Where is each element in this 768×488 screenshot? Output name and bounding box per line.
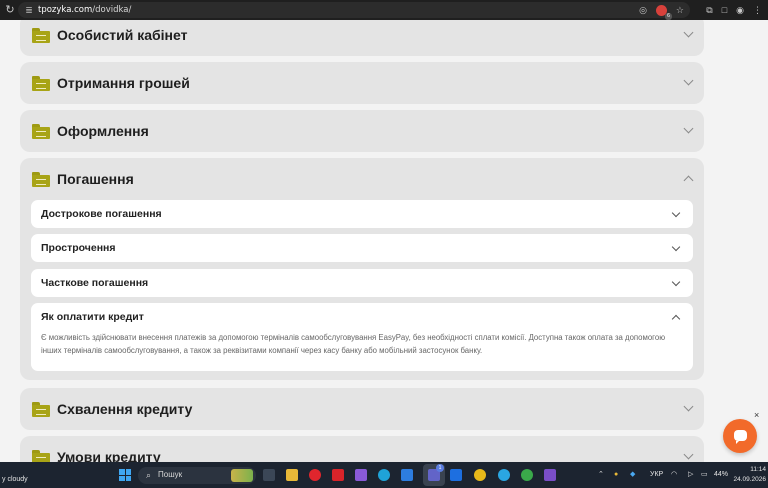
folder-icon <box>32 402 50 417</box>
section-title: Схвалення кредиту <box>57 401 193 417</box>
address-bar[interactable]: ≣ tpozyka.com/dovidka/ ◎ 6 ☆ <box>18 2 690 20</box>
section-title: Умови кредиту <box>57 449 161 462</box>
clock-time: 11:14 <box>750 466 766 473</box>
folder-icon <box>32 28 50 43</box>
utorrent-icon[interactable] <box>521 469 533 481</box>
site-settings-icon[interactable]: ≣ <box>22 5 36 16</box>
faq-item-partial-repayment[interactable]: Часткове погашення <box>31 269 693 297</box>
section-title: Особистий кабінет <box>57 27 188 43</box>
wifi-icon[interactable]: ◠ <box>671 462 677 488</box>
url-text: tpozyka.com/dovidka/ <box>38 5 131 15</box>
tray-app2-icon[interactable]: ◆ <box>630 462 635 488</box>
copilot-icon[interactable] <box>355 469 367 481</box>
section-title: Погашення <box>57 171 134 187</box>
telegram-icon[interactable] <box>498 469 510 481</box>
extension-badge: 6 <box>665 12 672 20</box>
file-explorer-icon[interactable] <box>286 469 298 481</box>
battery-icon[interactable]: ▭ <box>701 462 708 488</box>
section-title: Оформлення <box>57 123 149 139</box>
dropbox-icon[interactable] <box>450 469 462 481</box>
folder-icon <box>32 76 50 91</box>
chevron-down-icon[interactable] <box>671 208 681 218</box>
chevron-up-icon[interactable] <box>683 175 694 186</box>
app-l-icon[interactable] <box>332 469 344 481</box>
chevron-down-icon[interactable] <box>683 449 694 460</box>
language-indicator[interactable]: УКР <box>650 462 663 488</box>
taskbar: y cloudy ⌕ Пошук 1 ⌃ ● ◆ УКР ◠ ▷ ▭ 44% 1… <box>0 462 768 488</box>
browser-toolbar: ↻ ≣ tpozyka.com/dovidka/ ◎ 6 ☆ ⧉ □ ◉ ⋮ <box>0 0 768 20</box>
tray-app-icon[interactable]: ● <box>614 462 618 488</box>
reload-icon[interactable]: ↻ <box>3 3 17 17</box>
extension-icon[interactable]: 6 <box>655 4 672 20</box>
chevron-down-icon[interactable] <box>683 27 694 38</box>
search-highlight-icon <box>231 469 253 482</box>
faq-section-registration[interactable]: Оформлення <box>20 110 704 152</box>
battery-percent: 44% <box>714 471 729 478</box>
chevron-down-icon[interactable] <box>671 242 681 252</box>
item-title: Як оплатити кредит <box>41 311 144 323</box>
edge-icon[interactable] <box>378 469 390 481</box>
taskbar-search[interactable]: ⌕ Пошук <box>138 467 256 484</box>
item-title: Дострокове погашення <box>41 208 162 220</box>
viber-icon[interactable] <box>544 469 556 481</box>
speaker-icon[interactable]: ▷ <box>688 462 693 488</box>
chevron-down-icon[interactable] <box>683 123 694 134</box>
faq-item-early-repayment[interactable]: Дострокове погашення <box>31 200 693 228</box>
tray-chevron-icon[interactable]: ⌃ <box>598 462 604 488</box>
folder-icon <box>32 172 50 187</box>
section-header[interactable]: Погашення <box>20 158 704 200</box>
faq-section-approval[interactable]: Схвалення кредиту <box>20 388 704 430</box>
faq-item-how-to-pay[interactable]: Як оплатити кредит Є можливість здійснюв… <box>31 303 693 371</box>
menu-icon[interactable]: ⋮ <box>753 2 762 18</box>
clock-date: 24.09.2026 <box>733 476 766 483</box>
url-path: /dovidka/ <box>92 5 132 15</box>
extensions-icon[interactable]: ⧉ <box>706 2 712 18</box>
profile-icon[interactable]: ◉ <box>736 2 744 18</box>
windows-icon[interactable] <box>119 469 131 481</box>
faq-section-account[interactable]: Особистий кабінет <box>20 20 704 56</box>
chevron-down-icon[interactable] <box>671 277 681 287</box>
teams-badge: 1 <box>436 464 444 472</box>
faq-page: Особистий кабінет Отримання грошей Оформ… <box>0 20 768 462</box>
item-answer: Є можливість здійснювати внесення платеж… <box>41 333 666 355</box>
faq-item-overdue[interactable]: Прострочення <box>31 234 693 262</box>
url-host: tpozyka.com <box>38 5 93 15</box>
chevron-down-icon[interactable] <box>683 75 694 86</box>
chat-icon <box>734 430 747 444</box>
faq-section-conditions[interactable]: Умови кредиту <box>20 436 704 462</box>
faq-section-repayment: Погашення Дострокове погашення Простроче… <box>20 158 704 380</box>
star-icon[interactable]: ☆ <box>676 2 684 18</box>
chat-close-button[interactable]: × <box>754 410 759 420</box>
folder-icon <box>32 124 50 139</box>
chevron-down-icon[interactable] <box>683 401 694 412</box>
chat-button[interactable] <box>723 419 757 453</box>
item-title: Часткове погашення <box>41 277 149 289</box>
search-icon: ⌕ <box>146 470 152 480</box>
chrome-icon[interactable] <box>474 469 486 481</box>
chevron-up-icon[interactable] <box>671 314 681 324</box>
search-placeholder: Пошук <box>158 470 183 479</box>
task-view-icon[interactable] <box>263 469 275 481</box>
clock[interactable]: 11:14 24.09.2026 <box>730 465 766 485</box>
faq-section-getting-money[interactable]: Отримання грошей <box>20 62 704 104</box>
eye-off-icon[interactable]: ◎ <box>639 2 647 18</box>
opera-icon[interactable] <box>309 469 321 481</box>
store-icon[interactable] <box>401 469 413 481</box>
folder-icon <box>32 450 50 462</box>
item-title: Прострочення <box>41 242 116 254</box>
split-icon[interactable]: □ <box>722 2 727 18</box>
section-title: Отримання грошей <box>57 75 190 91</box>
weather-widget[interactable]: y cloudy <box>0 462 28 488</box>
